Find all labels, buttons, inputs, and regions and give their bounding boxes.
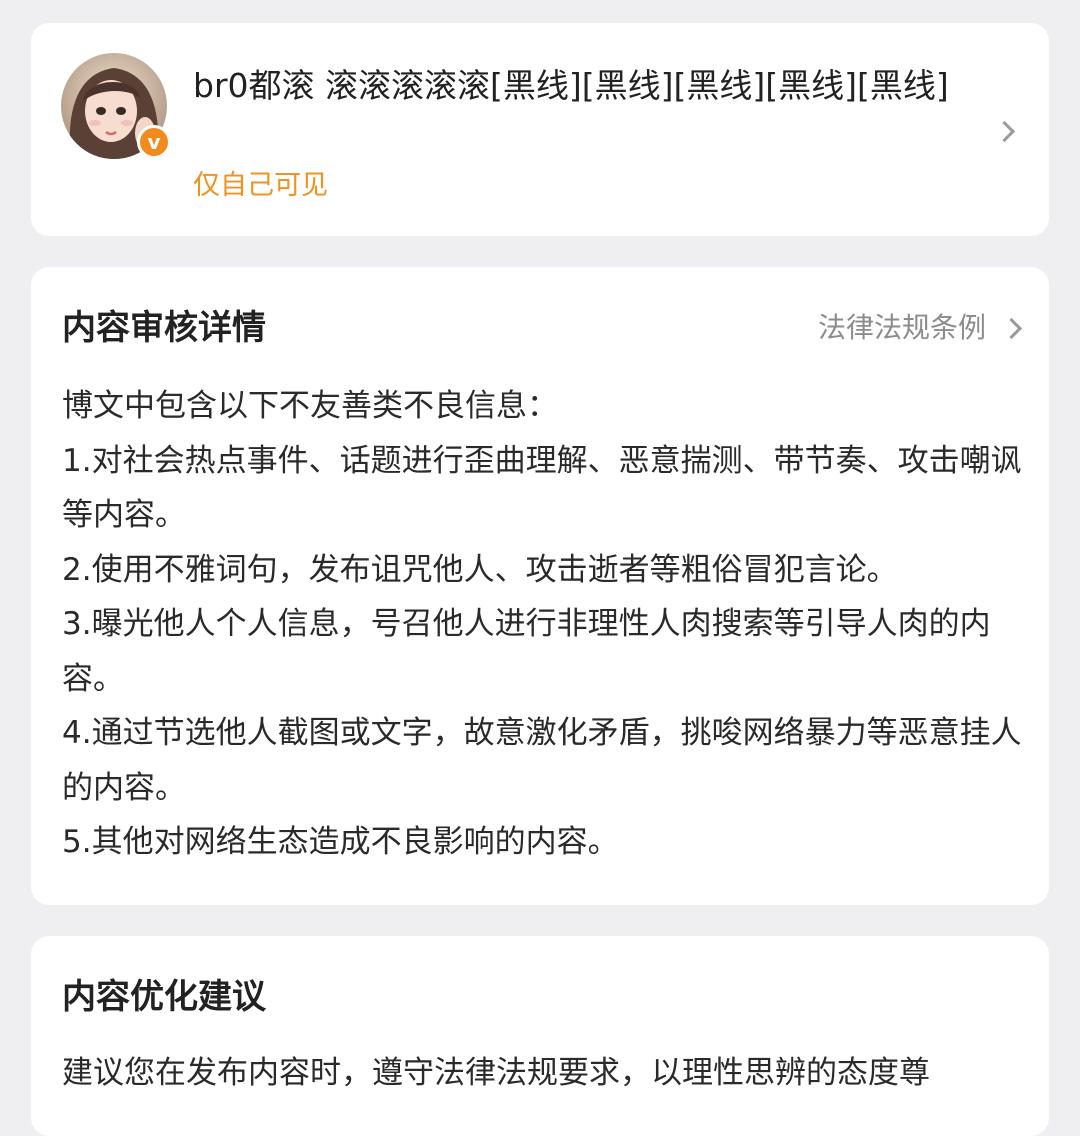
review-body: 博文中包含以下不友善类不良信息： 1.对社会热点事件、话题进行歪曲理解、恶意揣测… — [62, 379, 1022, 870]
law-regulations-link[interactable]: 法律法规条例 — [817, 309, 1023, 347]
review-item: 5.其他对网络生态造成不良影响的内容。 — [62, 824, 619, 860]
chevron-right-icon[interactable] — [993, 120, 1016, 143]
verified-badge-icon: v — [137, 125, 171, 159]
review-item: 3.曝光他人个人信息，号召他人进行非理性人肉搜索等引导人肉的内容。 — [62, 606, 991, 697]
post-title: br0都滚 滚滚滚滚滚[黑线][黑线][黑线][黑线][黑线] — [193, 66, 949, 105]
suggestion-text: 建议您在发布内容时，遵守法律法规要求，以理性思辨的态度尊 — [62, 1055, 930, 1091]
law-link-label: 法律法规条例 — [817, 311, 986, 344]
post-card[interactable]: v br0都滚 滚滚滚滚滚[黑线][黑线][黑线][黑线][黑线] 仅自己可见 — [31, 23, 1049, 236]
section-title: 内容优化建议 — [62, 977, 266, 1017]
review-details-card: 内容审核详情 法律法规条例 博文中包含以下不友善类不良信息： 1.对社会热点事件… — [31, 267, 1049, 905]
review-item: 4.通过节选他人截图或文字，故意激化矛盾，挑唆网络暴力等恶意挂人的内容。 — [62, 715, 1022, 806]
section-title: 内容审核详情 — [62, 308, 266, 348]
visibility-label: 仅自己可见 — [193, 170, 328, 201]
review-intro: 博文中包含以下不友善类不良信息： — [62, 388, 558, 424]
review-item: 2.使用不雅词句，发布诅咒他人、攻击逝者等粗俗冒犯言论。 — [62, 551, 898, 588]
optimization-suggestion-card: 内容优化建议 建议您在发布内容时，遵守法律法规要求，以理性思辨的态度尊 — [31, 936, 1049, 1136]
chevron-right-icon — [1000, 317, 1023, 339]
review-item: 1.对社会热点事件、话题进行歪曲理解、恶意揣测、带节奏、攻击嘲讽等内容。 — [62, 442, 1022, 534]
avatar[interactable]: v — [61, 53, 171, 159]
